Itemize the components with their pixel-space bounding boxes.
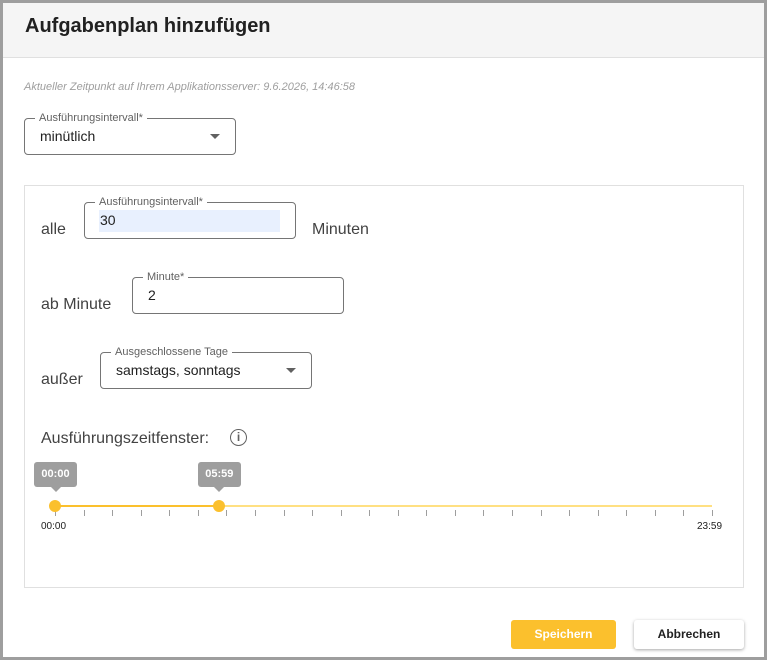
interval-minutes-value: 30 (100, 212, 116, 228)
end-value-tooltip: 05:59 (197, 462, 241, 492)
excluded-days-value: samstags, sonntags (116, 362, 241, 378)
slider-end-handle[interactable] (212, 500, 225, 512)
except-prefix: außer (41, 371, 83, 388)
info-icon[interactable]: i (230, 429, 247, 446)
slider-tick (483, 510, 484, 516)
slider-tick (626, 510, 627, 516)
time-window-label: Ausführungszeitfenster: (41, 430, 210, 447)
slider-min-label: 00:00 (41, 521, 67, 532)
chevron-down-icon (210, 134, 220, 139)
slider-tick (569, 510, 570, 516)
start-value-tooltip: 00:00 (34, 462, 77, 492)
start-minute-input[interactable]: Minute* 2 (132, 270, 344, 314)
time-window-slider-active-range (55, 505, 219, 507)
slider-tick (369, 510, 370, 516)
slider-tick (455, 510, 456, 516)
input-selection-highlight (99, 210, 280, 232)
interval-type-select[interactable]: Ausführungsintervall* minütlich (24, 111, 236, 155)
slider-tick (198, 510, 199, 516)
slider-tick (655, 510, 656, 516)
excluded-days-select[interactable]: Ausgeschlossene Tage samstags, sonntags (100, 345, 312, 389)
slider-tick (112, 510, 113, 516)
slider-tick (226, 510, 227, 516)
slider-tick (255, 510, 256, 516)
slider-tick (541, 510, 542, 516)
every-suffix: Minuten (312, 221, 369, 238)
start-minute-label: Minute* (143, 270, 189, 284)
dialog-header: Aufgabenplan hinzufügen (3, 3, 764, 58)
interval-minutes-label: Ausführungsintervall* (95, 195, 207, 209)
slider-start-handle[interactable] (49, 500, 61, 512)
slider-tick (169, 510, 170, 516)
slider-tick (341, 510, 342, 516)
slider-tick (284, 510, 285, 516)
slider-tick (426, 510, 427, 516)
excluded-days-label: Ausgeschlossene Tage (111, 345, 232, 359)
cancel-button[interactable]: Abbrechen (634, 620, 744, 649)
slider-tick (84, 510, 85, 516)
every-prefix: alle (41, 221, 66, 238)
from-minute-prefix: ab Minute (41, 296, 112, 313)
slider-tick (598, 510, 599, 516)
interval-type-label: Ausführungsintervall* (35, 111, 147, 125)
chevron-down-icon (286, 368, 296, 373)
save-button[interactable]: Speichern (511, 620, 616, 649)
interval-type-value: minütlich (40, 128, 96, 144)
start-minute-value: 2 (148, 287, 156, 303)
slider-max-label: 23:59 (697, 521, 723, 532)
slider-tick (712, 510, 713, 516)
server-time-info: Aktueller Zeitpunkt auf Ihrem Applikatio… (24, 81, 356, 93)
slider-tick (683, 510, 684, 516)
slider-tick (512, 510, 513, 516)
dialog-title: Aufgabenplan hinzufügen (25, 15, 271, 37)
slider-tick (312, 510, 313, 516)
interval-minutes-input[interactable]: Ausführungsintervall* 30 (84, 195, 296, 239)
slider-tick (398, 510, 399, 516)
slider-tick (141, 510, 142, 516)
